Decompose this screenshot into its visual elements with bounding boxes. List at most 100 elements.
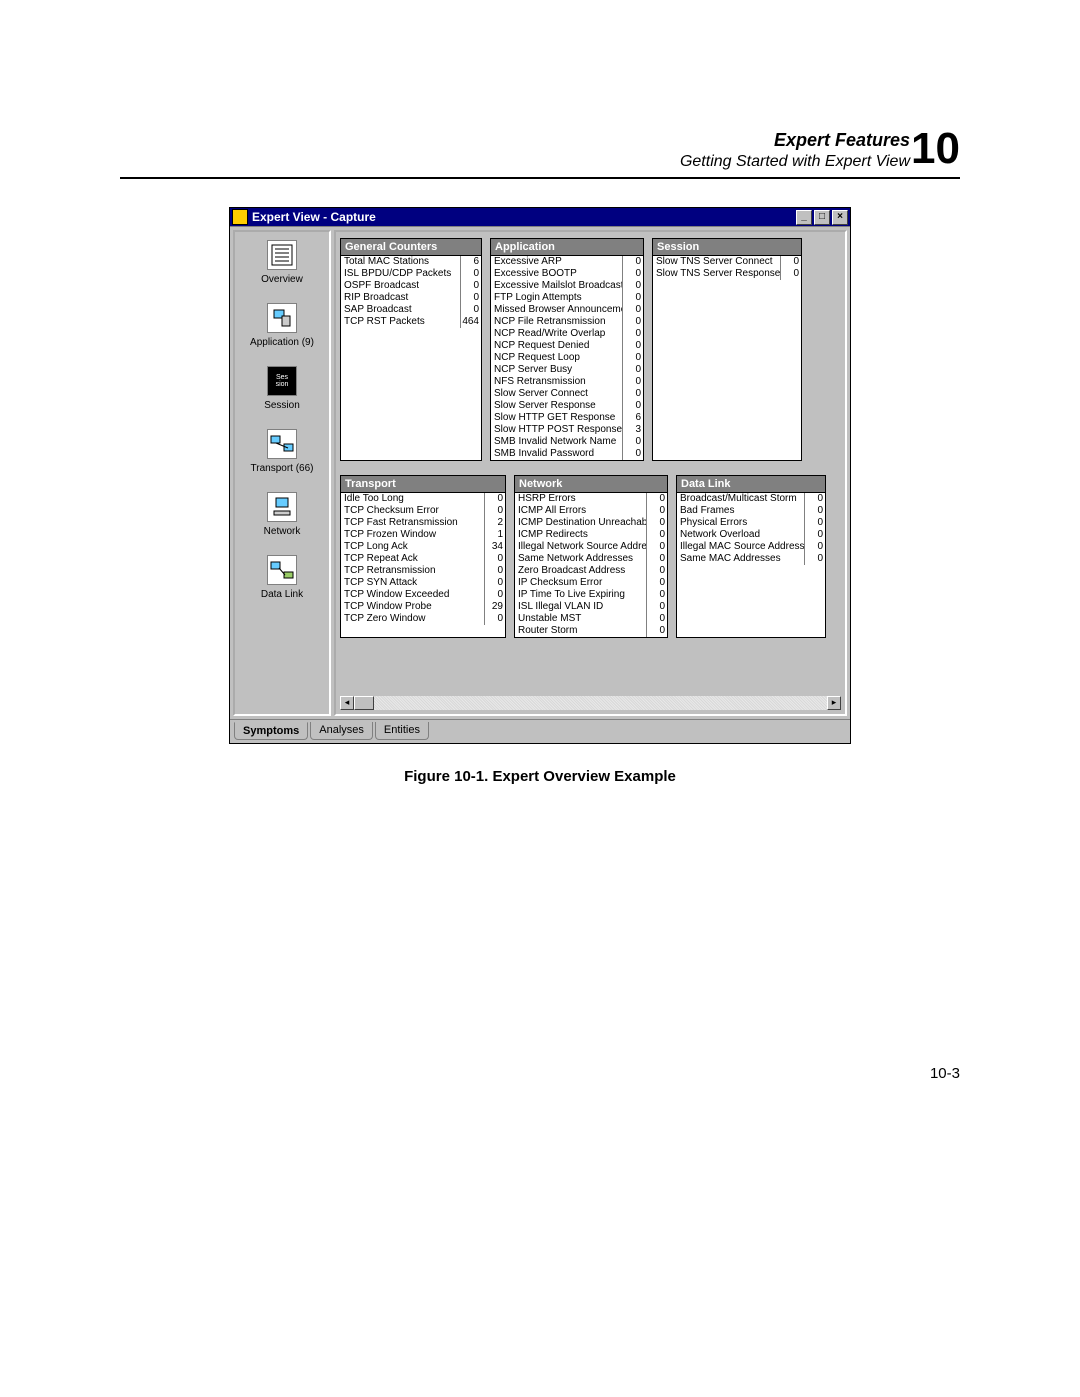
sidebar-item-transport[interactable]: Transport (66) <box>242 429 322 474</box>
nic-icon <box>267 555 297 585</box>
counter-label: TCP Checksum Error <box>341 505 485 517</box>
counter-value: 0 <box>485 613 505 625</box>
counter-row[interactable]: ICMP Destination Unreachable0 <box>515 517 667 529</box>
counter-value: 0 <box>805 493 825 505</box>
counter-label: Broadcast/Multicast Storm <box>677 493 805 505</box>
counter-row[interactable]: TCP Window Exceeded0 <box>341 589 505 601</box>
counter-row[interactable]: Slow TNS Server Connect0 <box>653 256 801 268</box>
counter-row[interactable]: Router Storm0 <box>515 625 667 637</box>
counter-label: ISL Illegal VLAN ID <box>515 601 647 613</box>
counter-label: RIP Broadcast <box>341 292 461 304</box>
counter-row[interactable]: HSRP Errors0 <box>515 493 667 505</box>
counter-row[interactable]: RIP Broadcast0 <box>341 292 481 304</box>
counter-row[interactable]: Unstable MST0 <box>515 613 667 625</box>
scroll-thumb[interactable] <box>354 696 374 710</box>
horizontal-scrollbar[interactable]: ◂ ▸ <box>340 696 841 710</box>
counter-row[interactable]: NCP Read/Write Overlap0 <box>491 328 643 340</box>
counter-row[interactable]: TCP Long Ack34 <box>341 541 505 553</box>
counter-row[interactable]: IP Time To Live Expiring0 <box>515 589 667 601</box>
counter-label: Excessive Mailslot Broadcasts <box>491 280 623 292</box>
counter-label: NCP Request Loop <box>491 352 623 364</box>
counter-row[interactable]: TCP RST Packets464 <box>341 316 481 328</box>
counter-row[interactable]: NCP File Retransmission0 <box>491 316 643 328</box>
sidebar-item-network[interactable]: Network <box>242 492 322 537</box>
counter-row[interactable]: OSPF Broadcast0 <box>341 280 481 292</box>
sidebar-item-session[interactable]: Session Session <box>242 366 322 411</box>
counter-row[interactable]: Same MAC Addresses0 <box>677 553 825 565</box>
counter-row[interactable]: Slow HTTP POST Response3 <box>491 424 643 436</box>
tab-analyses[interactable]: Analyses <box>310 722 373 740</box>
sidebar-item-application[interactable]: Application (9) <box>242 303 322 348</box>
counter-label: SMB Invalid Network Name <box>491 436 623 448</box>
counter-row[interactable]: Network Overload0 <box>677 529 825 541</box>
counter-value: 0 <box>805 553 825 565</box>
counter-value: 0 <box>623 364 643 376</box>
sidebar-item-overview[interactable]: Overview <box>242 240 322 285</box>
counter-label: FTP Login Attempts <box>491 292 623 304</box>
counter-label: TCP Repeat Ack <box>341 553 485 565</box>
maximize-button[interactable]: □ <box>814 210 830 225</box>
counter-row[interactable]: ICMP Redirects0 <box>515 529 667 541</box>
counter-value: 0 <box>623 280 643 292</box>
counter-row[interactable]: Excessive BOOTP0 <box>491 268 643 280</box>
counter-row[interactable]: SAP Broadcast0 <box>341 304 481 316</box>
minimize-button[interactable]: _ <box>796 210 812 225</box>
counter-row[interactable]: Zero Broadcast Address0 <box>515 565 667 577</box>
counter-row[interactable]: Physical Errors0 <box>677 517 825 529</box>
counter-row[interactable]: Excessive Mailslot Broadcasts0 <box>491 280 643 292</box>
counter-label: Same MAC Addresses <box>677 553 805 565</box>
counter-row[interactable]: Idle Too Long0 <box>341 493 505 505</box>
counter-row[interactable]: TCP SYN Attack0 <box>341 577 505 589</box>
counter-row[interactable]: FTP Login Attempts0 <box>491 292 643 304</box>
header-subtitle: Getting Started with Expert View <box>120 153 960 171</box>
tab-entities[interactable]: Entities <box>375 722 429 740</box>
counter-value: 0 <box>647 493 667 505</box>
counter-row[interactable]: Bad Frames0 <box>677 505 825 517</box>
counter-row[interactable]: TCP Repeat Ack0 <box>341 553 505 565</box>
scroll-left-button[interactable]: ◂ <box>340 696 354 710</box>
counter-row[interactable]: Slow HTTP GET Response6 <box>491 412 643 424</box>
counter-value: 0 <box>461 292 481 304</box>
sidebar-item-datalink[interactable]: Data Link <box>242 555 322 600</box>
counter-row[interactable]: IP Checksum Error0 <box>515 577 667 589</box>
counter-row[interactable]: Excessive ARP0 <box>491 256 643 268</box>
counter-value: 0 <box>485 565 505 577</box>
counter-row[interactable]: NCP Request Loop0 <box>491 352 643 364</box>
counter-row[interactable]: Slow TNS Server Response0 <box>653 268 801 280</box>
counter-row[interactable]: Same Network Addresses0 <box>515 553 667 565</box>
counter-row[interactable]: Slow Server Response0 <box>491 400 643 412</box>
counter-row[interactable]: Illegal Network Source Address0 <box>515 541 667 553</box>
counter-row[interactable]: TCP Window Probe29 <box>341 601 505 613</box>
counter-row[interactable]: NCP Server Busy0 <box>491 364 643 376</box>
counter-row[interactable]: Total MAC Stations6 <box>341 256 481 268</box>
counter-value: 0 <box>647 577 667 589</box>
tab-symptoms[interactable]: Symptoms <box>234 722 308 740</box>
counter-value: 0 <box>623 436 643 448</box>
window-titlebar[interactable]: Expert View - Capture _ □ × <box>230 208 850 226</box>
counter-row[interactable]: TCP Fast Retransmission2 <box>341 517 505 529</box>
counter-row[interactable]: Slow Server Connect0 <box>491 388 643 400</box>
counter-row[interactable]: NFS Retransmission0 <box>491 376 643 388</box>
counter-row[interactable]: TCP Zero Window0 <box>341 613 505 625</box>
counter-row[interactable]: NCP Request Denied0 <box>491 340 643 352</box>
close-button[interactable]: × <box>832 210 848 225</box>
counter-row[interactable]: ICMP All Errors0 <box>515 505 667 517</box>
counter-row[interactable]: TCP Frozen Window1 <box>341 529 505 541</box>
counter-row[interactable]: Broadcast/Multicast Storm0 <box>677 493 825 505</box>
session-icon: Session <box>267 366 297 396</box>
counter-row[interactable]: SMB Invalid Network Name0 <box>491 436 643 448</box>
counter-label: Bad Frames <box>677 505 805 517</box>
counter-row[interactable]: Missed Browser Announcement0 <box>491 304 643 316</box>
scroll-right-button[interactable]: ▸ <box>827 696 841 710</box>
counter-value: 0 <box>623 316 643 328</box>
counter-row[interactable]: ISL Illegal VLAN ID0 <box>515 601 667 613</box>
counter-row[interactable]: TCP Retransmission0 <box>341 565 505 577</box>
counter-row[interactable]: SMB Invalid Password0 <box>491 448 643 460</box>
counter-row[interactable]: ISL BPDU/CDP Packets0 <box>341 268 481 280</box>
scroll-track[interactable] <box>354 696 827 710</box>
counter-value: 0 <box>805 517 825 529</box>
panel-title: Data Link <box>677 476 825 493</box>
counter-row[interactable]: Illegal MAC Source Address0 <box>677 541 825 553</box>
counter-label: NCP File Retransmission <box>491 316 623 328</box>
counter-row[interactable]: TCP Checksum Error0 <box>341 505 505 517</box>
